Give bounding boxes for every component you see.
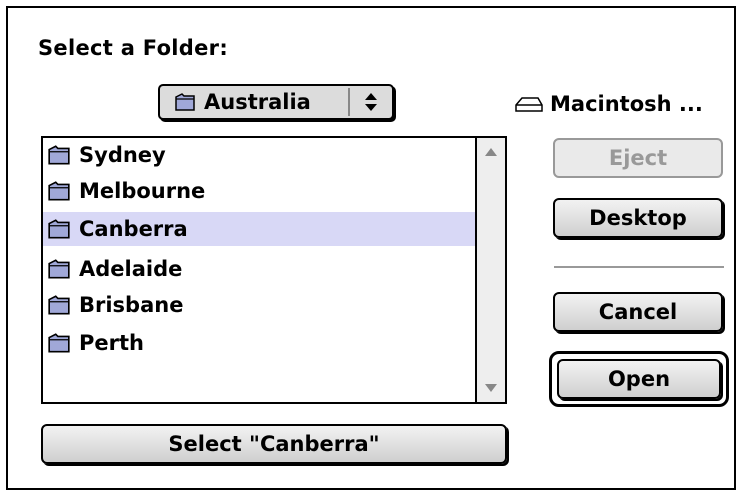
popup-divider <box>348 88 350 116</box>
eject-button[interactable]: Eject <box>553 138 723 178</box>
folder-name: Brisbane <box>79 293 184 317</box>
folder-icon <box>48 333 70 353</box>
folder-icon <box>48 219 70 239</box>
folder-icon <box>48 145 70 165</box>
dialog-title: Select a Folder: <box>38 36 229 60</box>
folder-name: Perth <box>79 331 144 355</box>
folder-list-item[interactable]: Melbourne <box>43 174 477 208</box>
open-button[interactable]: Open <box>557 359 721 399</box>
folder-icon <box>48 295 70 315</box>
volume-name: Macintosh ... <box>550 92 703 116</box>
folder-name: Sydney <box>79 143 166 167</box>
desktop-button[interactable]: Desktop <box>553 198 723 238</box>
disk-icon <box>515 97 543 112</box>
volume-label: Macintosh ... <box>514 92 703 116</box>
folder-list-item[interactable]: Adelaide <box>43 252 477 286</box>
scroll-up-arrow-icon[interactable] <box>477 138 505 166</box>
folder-list[interactable]: Sydney Melbourne Canberra Adelaide Brisb… <box>41 136 507 404</box>
select-folder-button[interactable]: Select "Canberra" <box>41 424 507 464</box>
vertical-scrollbar[interactable] <box>475 138 505 402</box>
scroll-down-arrow-icon[interactable] <box>477 374 505 402</box>
folder-list-item[interactable]: Sydney <box>43 138 477 172</box>
button-divider <box>554 266 724 268</box>
updown-arrows-icon <box>365 93 377 111</box>
folder-name: Adelaide <box>79 257 183 281</box>
folder-name: Canberra <box>79 217 188 241</box>
folder-icon <box>48 181 70 201</box>
folder-list-item-selected[interactable]: Canberra <box>43 212 477 246</box>
folder-list-item[interactable]: Brisbane <box>43 288 477 322</box>
folder-icon <box>48 259 70 279</box>
location-popup-menu[interactable]: Australia <box>158 84 394 120</box>
folder-list-item[interactable]: Perth <box>43 326 477 360</box>
folder-icon <box>175 93 195 111</box>
folder-name: Melbourne <box>79 179 206 203</box>
cancel-button[interactable]: Cancel <box>553 292 723 332</box>
location-popup-label: Australia <box>204 90 311 114</box>
